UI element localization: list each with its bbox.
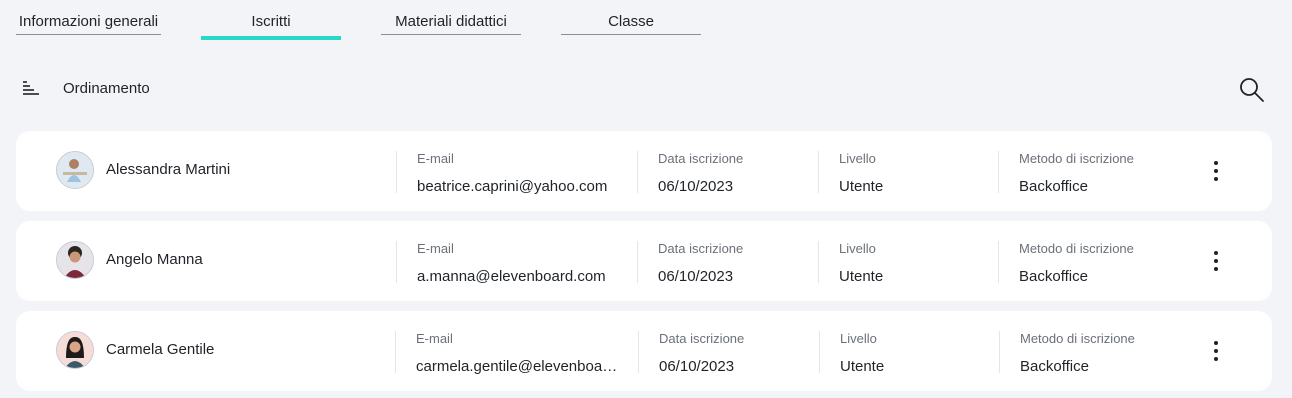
date-value: 06/10/2023 xyxy=(658,178,734,195)
avatar xyxy=(56,241,94,279)
level-value: Utente xyxy=(839,268,884,285)
level-column: Livello Utente xyxy=(818,151,998,195)
enrollee-name: Angelo Manna xyxy=(106,251,203,268)
method-label: Metodo di iscrizione xyxy=(1020,331,1135,346)
level-column: Livello Utente xyxy=(818,241,998,285)
date-label: Data iscrizione xyxy=(658,241,744,256)
date-column: Data iscrizione 06/10/2023 xyxy=(638,331,819,375)
level-label: Livello xyxy=(839,151,876,166)
more-options-button[interactable] xyxy=(1204,339,1228,363)
method-label: Metodo di iscrizione xyxy=(1019,151,1134,166)
email-value: beatrice.caprini@yahoo.com xyxy=(417,178,608,195)
method-value: Backoffice xyxy=(1019,268,1088,285)
enrollee-row: Carmela Gentile E-mail carmela.gentile@e… xyxy=(16,311,1272,391)
level-label: Livello xyxy=(839,241,876,256)
avatar xyxy=(56,331,94,369)
email-value: carmela.gentile@elevenboard.com xyxy=(416,358,619,375)
sort-label: Ordinamento xyxy=(63,79,150,97)
date-label: Data iscrizione xyxy=(659,331,745,346)
date-label: Data iscrizione xyxy=(658,151,744,166)
enrollee-name: Alessandra Martini xyxy=(106,161,231,178)
email-column: E-mail a.manna@elevenboard.com xyxy=(396,241,637,285)
email-label: E-mail xyxy=(416,331,453,346)
email-label: E-mail xyxy=(417,151,454,166)
email-label: E-mail xyxy=(417,241,454,256)
date-column: Data iscrizione 06/10/2023 xyxy=(637,151,818,195)
tab-bar: Informazioni generali Iscritti Materiali… xyxy=(0,0,1292,40)
search-button[interactable] xyxy=(1238,76,1266,104)
email-value: a.manna@elevenboard.com xyxy=(417,268,606,285)
method-column: Metodo di iscrizione Backoffice xyxy=(999,331,1189,375)
method-column: Metodo di iscrizione Backoffice xyxy=(998,151,1188,195)
enrollee-row: Alessandra Martini E-mail beatrice.capri… xyxy=(16,131,1272,211)
tab-informazioni-generali[interactable]: Informazioni generali xyxy=(16,13,161,35)
more-options-button[interactable] xyxy=(1204,249,1228,273)
enrollee-row: Angelo Manna E-mail a.manna@elevenboard.… xyxy=(16,221,1272,301)
tab-iscritti[interactable]: Iscritti xyxy=(201,13,341,40)
level-value: Utente xyxy=(840,358,885,375)
tab-materiali-didattici[interactable]: Materiali didattici xyxy=(381,13,521,35)
kebab-icon xyxy=(1204,341,1228,367)
more-options-button[interactable] xyxy=(1204,159,1228,183)
method-column: Metodo di iscrizione Backoffice xyxy=(998,241,1188,285)
method-value: Backoffice xyxy=(1020,358,1089,375)
avatar xyxy=(56,151,94,189)
date-value: 06/10/2023 xyxy=(659,358,735,375)
sort-button[interactable]: Ordinamento xyxy=(21,76,150,100)
kebab-icon xyxy=(1204,161,1228,187)
tab-classe[interactable]: Classe xyxy=(561,13,701,35)
date-value: 06/10/2023 xyxy=(658,268,734,285)
method-value: Backoffice xyxy=(1019,178,1088,195)
method-label: Metodo di iscrizione xyxy=(1019,241,1134,256)
enrollee-name: Carmela Gentile xyxy=(106,341,215,358)
email-column: E-mail beatrice.caprini@yahoo.com xyxy=(396,151,637,195)
search-icon xyxy=(1238,78,1266,108)
level-label: Livello xyxy=(840,331,877,346)
sort-lines-icon xyxy=(21,78,41,98)
level-column: Livello Utente xyxy=(819,331,999,375)
kebab-icon xyxy=(1204,251,1228,277)
email-column: E-mail carmela.gentile@elevenboard.com xyxy=(395,331,638,375)
level-value: Utente xyxy=(839,178,884,195)
list-toolbar: Ordinamento xyxy=(0,70,1292,106)
date-column: Data iscrizione 06/10/2023 xyxy=(637,241,818,285)
